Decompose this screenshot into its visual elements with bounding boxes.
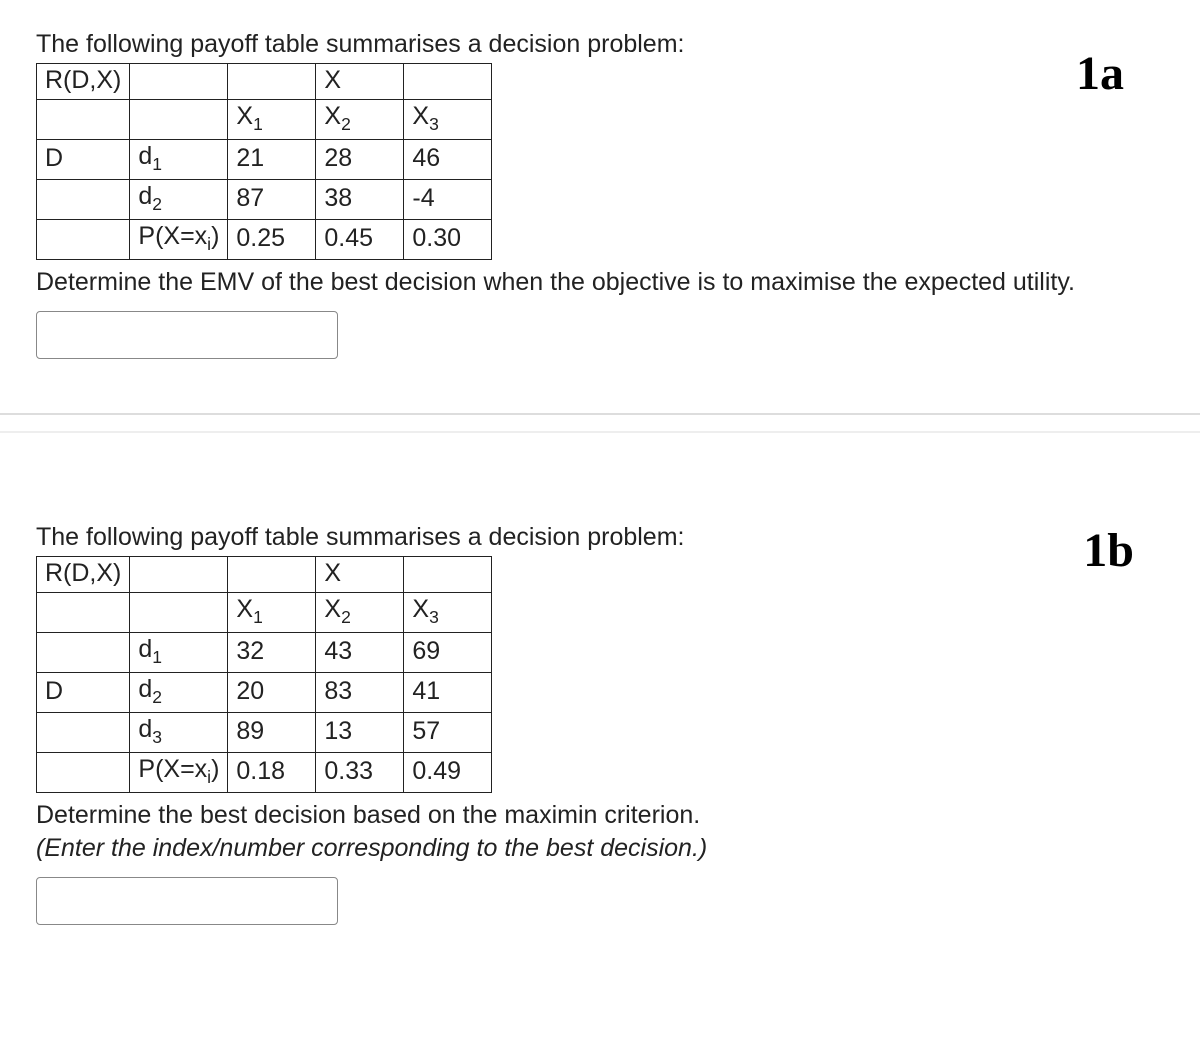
cell-d1: d1 — [130, 140, 228, 180]
payoff-table-1b: R(D,X) X X1 X2 X3 d1 32 43 69 D d2 20 83… — [36, 556, 492, 793]
table-row: X1 X2 X3 — [37, 593, 492, 633]
answer-input-1a[interactable] — [36, 311, 338, 359]
cell-d3: d3 — [130, 713, 228, 753]
cell-value: 83 — [316, 673, 404, 713]
handwritten-tag-1a: 1a — [1076, 46, 1124, 101]
cell-value: 0.18 — [228, 753, 316, 793]
cell-value: 87 — [228, 180, 316, 220]
problem-1b: 1b The following payoff table summarises… — [36, 523, 1164, 925]
table-row: D d2 20 83 41 — [37, 673, 492, 713]
cell-value: 38 — [316, 180, 404, 220]
cell-RDX: R(D,X) — [37, 64, 130, 100]
cell-value: 0.30 — [404, 220, 492, 260]
question-text: Determine the EMV of the best decision w… — [36, 268, 1164, 297]
divider — [0, 413, 1200, 415]
cell-blank — [130, 593, 228, 633]
answer-field[interactable] — [37, 878, 337, 924]
intro-text: The following payoff table summarises a … — [36, 30, 1164, 59]
cell-blank — [130, 557, 228, 593]
col-x3: X3 — [404, 593, 492, 633]
cell-value: 13 — [316, 713, 404, 753]
table-row: d1 32 43 69 — [37, 633, 492, 673]
col-x3: X3 — [404, 100, 492, 140]
cell-blank — [130, 100, 228, 140]
cell-blank — [37, 753, 130, 793]
cell-value: -4 — [404, 180, 492, 220]
cell-blank — [37, 593, 130, 633]
payoff-table-1a: R(D,X) X X1 X2 X3 D d1 21 28 46 d2 87 38… — [36, 63, 492, 260]
cell-prob-label: P(X=xi) — [130, 753, 228, 793]
cell-value: 89 — [228, 713, 316, 753]
cell-value: 0.25 — [228, 220, 316, 260]
cell-value: 43 — [316, 633, 404, 673]
divider — [0, 431, 1200, 433]
cell-value: 0.45 — [316, 220, 404, 260]
table-row: d2 87 38 -4 — [37, 180, 492, 220]
cell-blank — [37, 180, 130, 220]
col-x1: X1 — [228, 593, 316, 633]
cell-d2: d2 — [130, 673, 228, 713]
cell-value: 32 — [228, 633, 316, 673]
cell-blank — [404, 64, 492, 100]
table-row: D d1 21 28 46 — [37, 140, 492, 180]
cell-RDX: R(D,X) — [37, 557, 130, 593]
table-row: d3 89 13 57 — [37, 713, 492, 753]
cell-blank — [228, 557, 316, 593]
col-x2: X2 — [316, 593, 404, 633]
problem-1a: 1a The following payoff table summarises… — [36, 30, 1164, 359]
cell-X: X — [316, 64, 404, 100]
cell-d1: d1 — [130, 633, 228, 673]
table-row: R(D,X) X — [37, 64, 492, 100]
cell-X: X — [316, 557, 404, 593]
col-x1: X1 — [228, 100, 316, 140]
cell-blank — [37, 633, 130, 673]
cell-value: 0.33 — [316, 753, 404, 793]
cell-value: 20 — [228, 673, 316, 713]
answer-field[interactable] — [37, 312, 337, 358]
table-row: P(X=xi) 0.25 0.45 0.30 — [37, 220, 492, 260]
cell-D: D — [37, 140, 130, 180]
cell-D: D — [37, 673, 130, 713]
cell-value: 0.49 — [404, 753, 492, 793]
cell-value: 41 — [404, 673, 492, 713]
table-row: X1 X2 X3 — [37, 100, 492, 140]
cell-blank — [37, 220, 130, 260]
hint-text: (Enter the index/number corresponding to… — [36, 834, 1164, 863]
table-row: R(D,X) X — [37, 557, 492, 593]
cell-value: 21 — [228, 140, 316, 180]
answer-input-1b[interactable] — [36, 877, 338, 925]
cell-value: 46 — [404, 140, 492, 180]
cell-value: 28 — [316, 140, 404, 180]
table-row: P(X=xi) 0.18 0.33 0.49 — [37, 753, 492, 793]
cell-blank — [37, 100, 130, 140]
question-text: Determine the best decision based on the… — [36, 801, 1164, 830]
cell-prob-label: P(X=xi) — [130, 220, 228, 260]
cell-d2: d2 — [130, 180, 228, 220]
cell-blank — [37, 713, 130, 753]
cell-value: 69 — [404, 633, 492, 673]
cell-value: 57 — [404, 713, 492, 753]
col-x2: X2 — [316, 100, 404, 140]
cell-blank — [130, 64, 228, 100]
cell-blank — [228, 64, 316, 100]
handwritten-tag-1b: 1b — [1083, 523, 1134, 578]
cell-blank — [404, 557, 492, 593]
intro-text: The following payoff table summarises a … — [36, 523, 1164, 552]
